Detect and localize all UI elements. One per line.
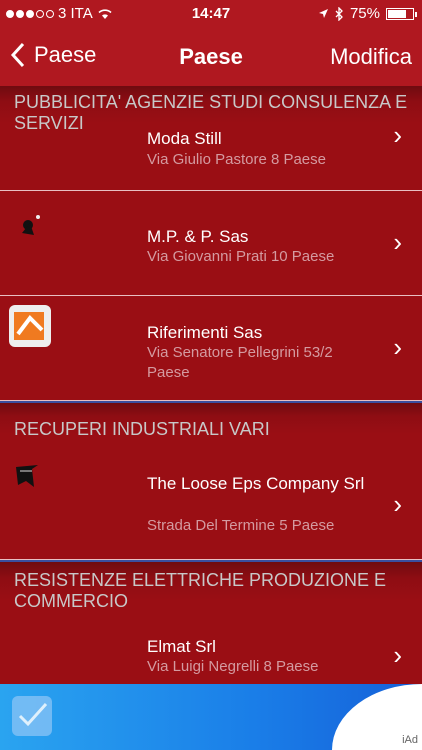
bluetooth-icon bbox=[335, 6, 343, 21]
business-address: Via Giovanni Prati 10 Paese bbox=[147, 248, 335, 265]
business-name: Riferimenti Sas bbox=[147, 323, 263, 342]
chevron-right-icon: › bbox=[393, 120, 402, 150]
chevron-right-icon: › bbox=[393, 227, 402, 257]
list-item[interactable]: Moda Still Via Giulio Pastore 8 Paese › bbox=[0, 120, 422, 191]
back-label: Paese bbox=[34, 42, 97, 67]
chevron-left-icon bbox=[10, 42, 25, 68]
business-address: Via Senatore Pellegrini 53/2 Paese bbox=[147, 344, 333, 381]
business-address: Via Giulio Pastore 8 Paese bbox=[147, 151, 326, 168]
business-address: Via Luigi Negrelli 8 Paese bbox=[147, 658, 319, 675]
ad-banner[interactable]: iAd bbox=[0, 684, 422, 750]
list-item[interactable]: Elmat Srl Via Luigi Negrelli 8 Paese › bbox=[0, 626, 422, 684]
business-logo-icon bbox=[22, 215, 40, 235]
business-logo-icon bbox=[9, 305, 51, 347]
location-arrow-icon bbox=[318, 9, 328, 18]
business-name: M.P. & P. Sas bbox=[147, 227, 249, 246]
battery-icon bbox=[386, 7, 417, 20]
business-name: Elmat Srl bbox=[147, 637, 216, 656]
business-address: Strada Del Termine 5 Paese bbox=[147, 517, 335, 534]
list-item[interactable]: M.P. & P. Sas Via Giovanni Prati 10 Paes… bbox=[0, 191, 422, 296]
chevron-right-icon: › bbox=[393, 489, 402, 519]
checkmark-icon bbox=[12, 696, 52, 736]
section-header: RECUPERI INDUSTRIALI VARI bbox=[0, 401, 422, 455]
business-name: The Loose Eps Company Srl bbox=[147, 474, 365, 493]
list-item[interactable]: Riferimenti Sas Via Senatore Pellegrini … bbox=[0, 296, 422, 401]
business-logo-icon bbox=[16, 465, 38, 487]
navigation-bar: Paese Paese Modifica bbox=[0, 28, 422, 86]
status-bar: 3 ITA 14:47 75% bbox=[0, 0, 422, 28]
back-button[interactable]: Paese bbox=[10, 42, 96, 68]
section-header: RESISTENZE ELETTRICHE PRODUZIONE E COMME… bbox=[0, 560, 422, 626]
list-item[interactable]: The Loose Eps Company Srl Strada Del Ter… bbox=[0, 455, 422, 560]
battery-percent: 75% bbox=[349, 5, 380, 22]
chevron-right-icon: › bbox=[393, 332, 402, 362]
business-list[interactable]: PUBBLICITA' AGENZIE STUDI CONSULENZA E S… bbox=[0, 86, 422, 684]
chevron-right-icon: › bbox=[393, 640, 402, 670]
edit-button[interactable]: Modifica bbox=[330, 44, 412, 70]
status-right: 75% bbox=[318, 5, 417, 22]
business-name: Moda Still bbox=[147, 129, 222, 148]
iad-label: iAd bbox=[402, 734, 418, 746]
